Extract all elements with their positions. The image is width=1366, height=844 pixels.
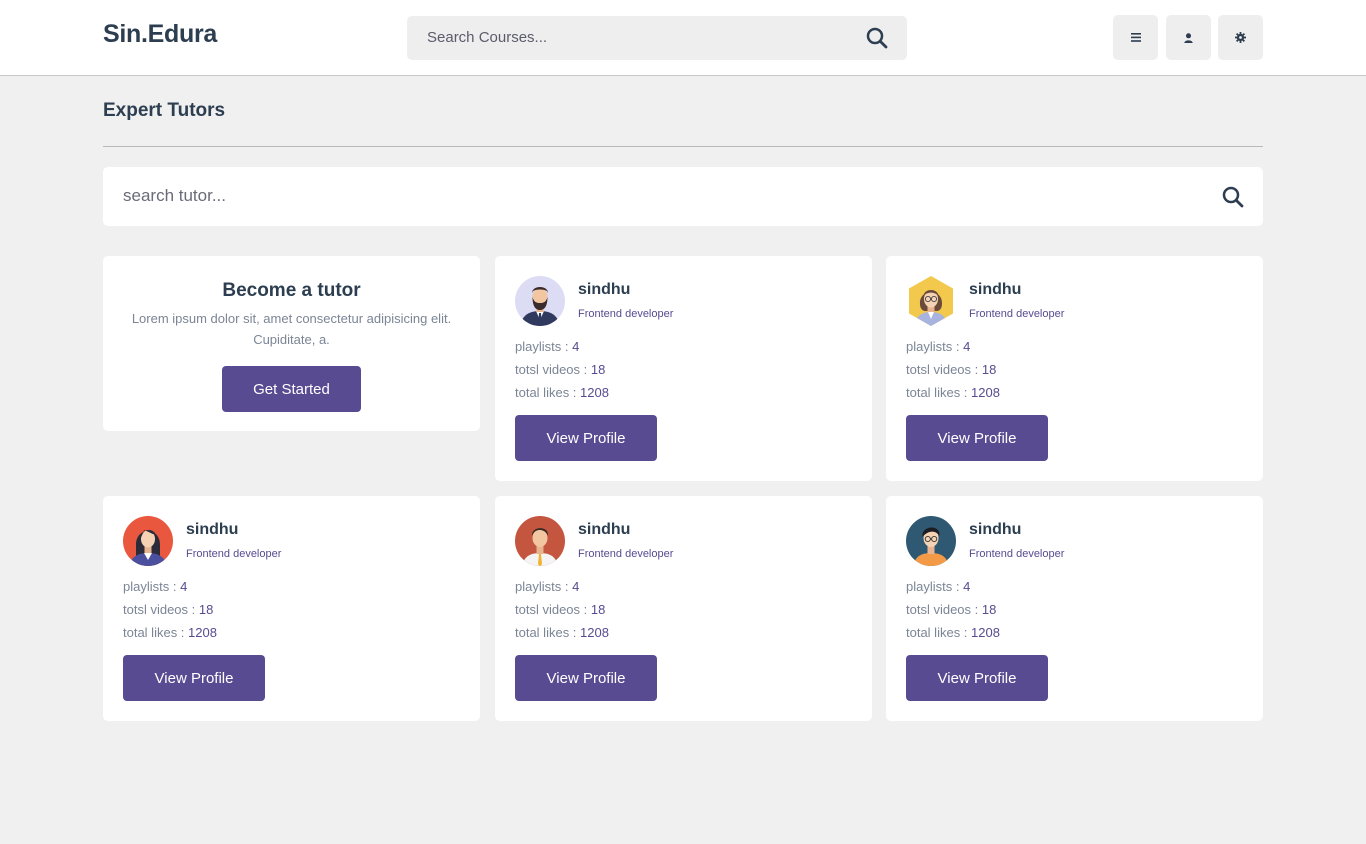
likes-value: 1208: [580, 385, 609, 400]
view-profile-button[interactable]: View Profile: [515, 415, 657, 461]
likes-label: total likes :: [515, 625, 581, 640]
playlists-label: playlists :: [906, 339, 964, 354]
tutor-card: sindhu Frontend developer playlists : 4 …: [495, 256, 872, 481]
playlists-label: playlists :: [123, 579, 181, 594]
playlists-value: 4: [572, 579, 580, 594]
videos-label: totsl videos :: [906, 362, 982, 377]
tutor-role: Frontend developer: [578, 548, 674, 560]
course-search-bar[interactable]: Search Courses...: [407, 16, 907, 60]
tutor-name: sindhu: [578, 281, 631, 298]
become-tutor-text: Lorem ipsum dolor sit, amet consectetur …: [131, 311, 452, 347]
tutor-name: sindhu: [186, 521, 239, 538]
playlists-stat: playlists : 4: [906, 579, 970, 594]
site-logo[interactable]: Sin.Edura: [103, 20, 217, 49]
playlists-value: 4: [963, 339, 971, 354]
likes-stat: total likes : 1208: [906, 385, 1000, 400]
tutor-card: sindhu Frontend developer playlists : 4 …: [886, 256, 1263, 481]
playlists-stat: playlists : 4: [515, 339, 579, 354]
get-started-button[interactable]: Get Started: [222, 366, 361, 412]
tutor-role: Frontend developer: [578, 308, 674, 320]
view-profile-button[interactable]: View Profile: [906, 415, 1048, 461]
videos-value: 18: [590, 602, 606, 617]
videos-stat: totsl videos : 18: [515, 362, 605, 377]
playlists-label: playlists :: [515, 579, 573, 594]
settings-button[interactable]: [1218, 15, 1263, 60]
tutor-role: Frontend developer: [969, 308, 1065, 320]
videos-value: 18: [198, 602, 214, 617]
videos-label: totsl videos :: [515, 362, 591, 377]
tutor-search-bar[interactable]: search tutor...: [103, 167, 1263, 226]
tutor-card: sindhu Frontend developer playlists : 4 …: [886, 496, 1263, 721]
likes-label: total likes :: [906, 625, 972, 640]
course-search-input[interactable]: Search Courses...: [427, 29, 547, 46]
likes-label: total likes :: [123, 625, 189, 640]
likes-label: total likes :: [906, 385, 972, 400]
menu-icon: [1130, 33, 1141, 42]
woman-glasses-avatar-icon: [906, 276, 956, 326]
playlists-value: 4: [572, 339, 580, 354]
become-tutor-title: Become a tutor: [222, 280, 361, 301]
tutor-search-input[interactable]: search tutor...: [123, 186, 226, 206]
man-tie-avatar-icon: [515, 516, 565, 566]
videos-value: 18: [981, 602, 997, 617]
search-icon[interactable]: [1221, 185, 1245, 209]
likes-stat: total likes : 1208: [906, 625, 1000, 640]
man-glasses-avatar-icon: [906, 516, 956, 566]
bearded-man-avatar-icon: [515, 276, 565, 326]
playlists-value: 4: [180, 579, 188, 594]
view-profile-button[interactable]: View Profile: [906, 655, 1048, 701]
likes-stat: total likes : 1208: [515, 625, 609, 640]
top-header: Sin.Edura Search Courses...: [0, 0, 1366, 76]
videos-label: totsl videos :: [906, 602, 982, 617]
likes-value: 1208: [188, 625, 217, 640]
likes-stat: total likes : 1208: [123, 625, 217, 640]
title-divider: [103, 146, 1263, 147]
menu-button[interactable]: [1113, 15, 1158, 60]
playlists-label: playlists :: [906, 579, 964, 594]
likes-stat: total likes : 1208: [515, 385, 609, 400]
tutor-name: sindhu: [578, 521, 631, 538]
user-icon: [1184, 32, 1193, 43]
tutor-name: sindhu: [969, 521, 1022, 538]
playlists-stat: playlists : 4: [123, 579, 187, 594]
videos-label: totsl videos :: [123, 602, 199, 617]
user-button[interactable]: [1166, 15, 1211, 60]
likes-value: 1208: [580, 625, 609, 640]
search-icon[interactable]: [865, 26, 889, 50]
likes-label: total likes :: [515, 385, 581, 400]
woman-avatar-icon: [123, 516, 173, 566]
videos-stat: totsl videos : 18: [906, 362, 996, 377]
playlists-stat: playlists : 4: [515, 579, 579, 594]
playlists-label: playlists :: [515, 339, 573, 354]
tutor-role: Frontend developer: [186, 548, 282, 560]
videos-stat: totsl videos : 18: [906, 602, 996, 617]
view-profile-button[interactable]: View Profile: [515, 655, 657, 701]
videos-label: totsl videos :: [515, 602, 591, 617]
playlists-value: 4: [963, 579, 971, 594]
tutor-role: Frontend developer: [969, 548, 1065, 560]
videos-stat: totsl videos : 18: [515, 602, 605, 617]
view-profile-button[interactable]: View Profile: [123, 655, 265, 701]
page-title: Expert Tutors: [103, 100, 226, 121]
tutor-card: sindhu Frontend developer playlists : 4 …: [495, 496, 872, 721]
become-tutor-card: Become a tutor Lorem ipsum dolor sit, am…: [103, 256, 480, 431]
videos-stat: totsl videos : 18: [123, 602, 213, 617]
playlists-stat: playlists : 4: [906, 339, 970, 354]
settings-icon: [1235, 32, 1246, 43]
likes-value: 1208: [971, 385, 1000, 400]
videos-value: 18: [981, 362, 997, 377]
tutor-card: sindhu Frontend developer playlists : 4 …: [103, 496, 480, 721]
tutor-name: sindhu: [969, 281, 1022, 298]
likes-value: 1208: [971, 625, 1000, 640]
videos-value: 18: [590, 362, 606, 377]
